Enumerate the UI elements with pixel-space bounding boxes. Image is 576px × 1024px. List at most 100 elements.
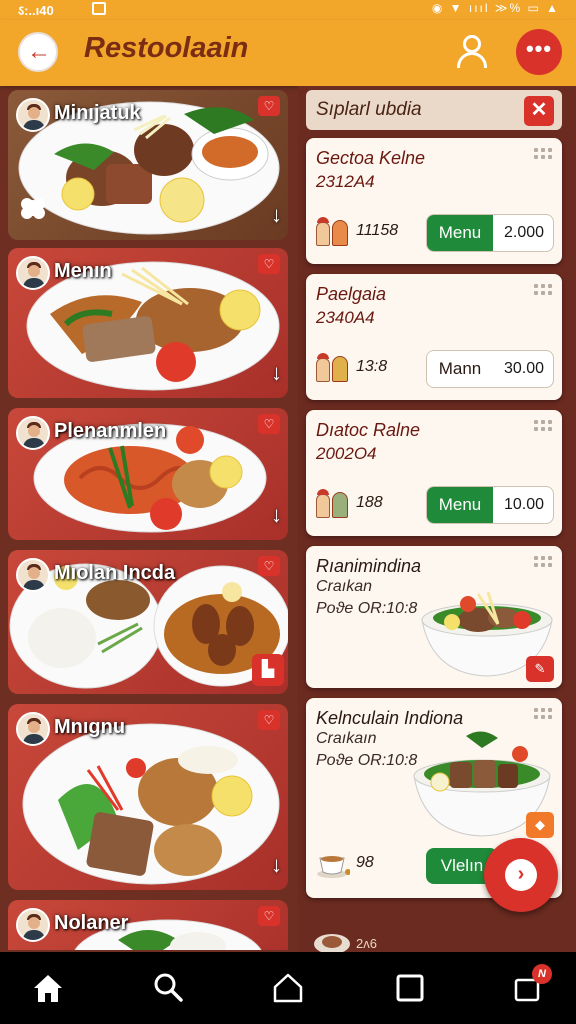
order-title: Rıanimindina: [316, 556, 422, 576]
status-icons: ◉ ▼ ıııl ≫% ▭ ▲: [431, 1, 560, 15]
menu-button-label: Mann: [427, 351, 493, 387]
order-quantity: 11158: [356, 222, 399, 239]
order-panel: Sıplarl ubdia ✕ Gectoa Kelne 2312A4 1115…: [298, 86, 576, 954]
dish-photo: [22, 723, 280, 885]
dish-name: Nolaner: [54, 912, 129, 934]
dish-card[interactable]: Menın ♡ ↓: [8, 248, 288, 398]
dish-list: Minıjatuk ♡ ↓ Menın ♡ ↓ Plenanmlen ♡ ↓ M…: [8, 90, 288, 950]
chef-avatar: [16, 416, 50, 450]
flower-icon: [21, 198, 45, 219]
order-quantity: 188: [356, 494, 383, 511]
arrow-left-icon: ←: [27, 38, 51, 65]
close-button[interactable]: ✕: [524, 96, 554, 126]
dish-name: Menın: [54, 260, 112, 282]
home-filled-icon[interactable]: [30, 970, 66, 1006]
notification-badge: N: [532, 964, 552, 984]
chef-figures-icon: [316, 352, 352, 386]
chef-avatar: [16, 98, 50, 132]
dish-thumbnail: [314, 934, 350, 954]
status-bar: ऽ:..ı40 ◉ ▼ ıııl ≫% ▭ ▲: [0, 0, 576, 20]
order-code: 2340A4: [316, 308, 375, 327]
order-quantity: 98: [356, 854, 374, 871]
order-subtitle: Craıkaın: [316, 730, 377, 747]
favorite-icon[interactable]: ♡: [258, 906, 280, 926]
download-arrow-icon[interactable]: ↓: [271, 202, 282, 228]
dish-card[interactable]: Minıjatuk ♡ ↓: [8, 90, 288, 240]
more-dots-icon: •••: [525, 36, 553, 61]
more-options-button[interactable]: •••: [516, 29, 562, 75]
order-subtitle: Craıkan: [316, 578, 373, 595]
dish-card[interactable]: Nolaner ♡: [8, 900, 288, 950]
panel-title: Sıplarl ubdia: [316, 99, 422, 120]
order-card[interactable]: Gectoa Kelne 2312A4 11158 Menu 2.000: [306, 138, 562, 264]
tea-cup-icon: [317, 856, 350, 878]
favorite-icon[interactable]: ♡: [258, 96, 280, 116]
recents-square-icon[interactable]: [392, 970, 428, 1006]
app-bar: ← Restoolaain •••: [0, 20, 576, 86]
order-code: 2312A4: [316, 172, 375, 191]
download-arrow-icon[interactable]: ↓: [271, 852, 282, 878]
dish-name: Mıolan Incda: [54, 562, 176, 584]
user-icon: [463, 35, 481, 53]
peek-quantity: 2ᴧ6: [356, 936, 377, 951]
price: 2.000: [503, 224, 545, 241]
order-title: Gectoa Kelne: [316, 148, 426, 168]
order-detail: Poϑe OR:10:8: [316, 752, 418, 769]
dish-name: Mnıgnu: [54, 716, 126, 738]
dish-card[interactable]: Mıolan Incda ♡ ▙: [8, 550, 288, 694]
chevron-right-icon: ›: [505, 859, 537, 891]
menu-price-button[interactable]: Mann 30.00: [426, 350, 554, 388]
download-arrow-icon[interactable]: ↓: [271, 360, 282, 386]
add-to-cart-button[interactable]: ▙: [252, 654, 284, 686]
menu-price-button[interactable]: Menu 10.00: [426, 486, 554, 524]
notifications-button[interactable]: N: [512, 964, 552, 1006]
panel-header: Sıplarl ubdia ✕: [306, 90, 562, 130]
bag-icon: ▙: [261, 661, 275, 678]
chef-figures-icon: [316, 216, 352, 250]
favorite-icon[interactable]: ♡: [258, 254, 280, 274]
chef-avatar: [16, 908, 50, 942]
menu-button-label: Menu: [427, 215, 493, 251]
user-profile-button[interactable]: [454, 34, 490, 70]
dish-card[interactable]: Mnıgnu ♡ ↓: [8, 704, 288, 890]
menu-button-label: Menu: [427, 487, 493, 523]
close-icon: ✕: [530, 99, 548, 121]
back-button[interactable]: ←: [18, 32, 58, 72]
favorite-icon[interactable]: ♡: [258, 710, 280, 730]
drag-handle-icon[interactable]: [534, 148, 552, 164]
download-arrow-icon[interactable]: ↓: [271, 502, 282, 528]
order-code: 2002O4: [316, 444, 377, 463]
price: 10.00: [503, 496, 545, 513]
navigation-bar: N: [0, 952, 576, 1024]
drag-handle-icon[interactable]: [534, 556, 552, 572]
chef-avatar: [16, 558, 50, 592]
favorite-icon[interactable]: ♡: [258, 556, 280, 576]
dish-name: Plenanmlen: [54, 420, 167, 442]
dish-card[interactable]: Plenanmlen ♡ ↓: [8, 408, 288, 540]
drag-handle-icon[interactable]: [534, 708, 552, 724]
checkout-fab[interactable]: ›: [484, 838, 558, 912]
chef-avatar: [16, 256, 50, 290]
order-card[interactable]: Dıatoc Ralne 2002O4 188 Menu 10.00: [306, 410, 562, 536]
order-title: Kelnculain Indiona: [316, 708, 464, 728]
app-title: Restoolaain: [84, 32, 249, 64]
edit-icon[interactable]: ✎: [526, 656, 554, 682]
price: 30.00: [503, 360, 545, 377]
favorite-icon[interactable]: ♡: [258, 414, 280, 434]
drag-handle-icon[interactable]: [534, 420, 552, 436]
order-title: Dıatoc Ralne: [316, 420, 421, 440]
dish-name: Minıjatuk: [54, 102, 141, 124]
order-card[interactable]: Rıanimindina Craıkan Poϑe OR:10:8 ✎: [306, 546, 562, 688]
order-detail: Poϑe OR:10:8: [316, 600, 418, 617]
menu-price-button[interactable]: Menu 2.000: [426, 214, 554, 252]
action-icon[interactable]: ◆: [526, 812, 554, 838]
search-icon[interactable]: [150, 970, 186, 1006]
chef-avatar: [16, 712, 50, 746]
status-time: ऽ:..ı40: [18, 3, 54, 18]
order-card[interactable]: Paelgaia 2340A4 13:8 Mann 30.00: [306, 274, 562, 400]
home-outline-icon[interactable]: [270, 970, 306, 1006]
drag-handle-icon[interactable]: [534, 284, 552, 300]
chef-figures-icon: [316, 488, 352, 522]
notification-icon: [92, 2, 106, 15]
order-quantity: 13:8: [356, 358, 388, 375]
